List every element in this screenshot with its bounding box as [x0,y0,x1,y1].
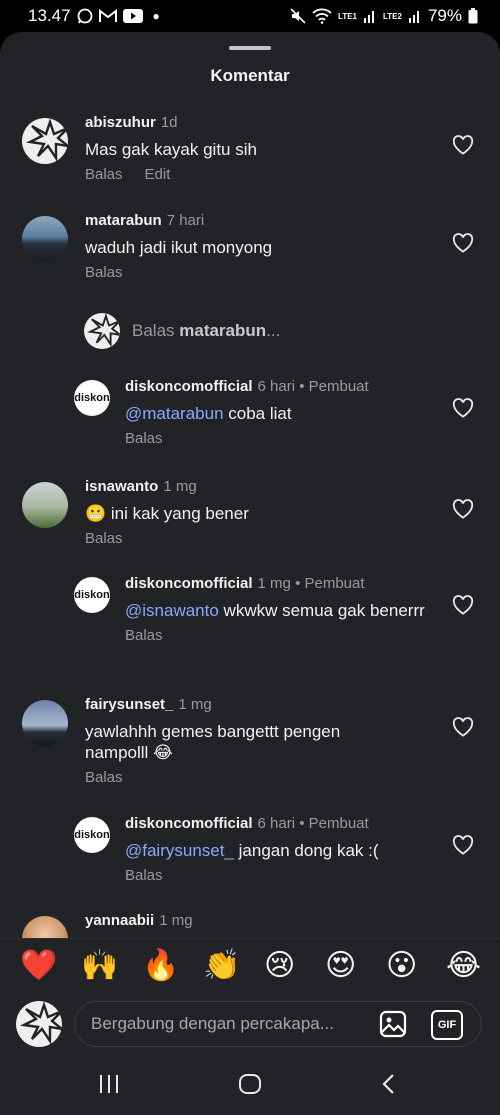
comment-text: coba liat [223,404,292,423]
sheet-title: Komentar [210,66,290,85]
comment-username[interactable]: matarabun [85,212,162,229]
creator-badge: • Pembuat [299,378,369,395]
comment-username[interactable]: isnawanto [85,478,158,495]
avatar[interactable]: diskon [74,577,110,613]
avatar[interactable] [22,216,68,262]
comment-time: 7 hari [166,212,205,229]
comment-text: waduh jadi ikut monyong [85,238,273,257]
mention-link[interactable]: @fairysunset_ [125,841,234,860]
comment-time: 1 mg [257,575,291,592]
like-heart-icon[interactable] [452,717,474,737]
gif-label: GIF [437,1019,457,1031]
avatar[interactable] [22,118,68,164]
avatar [84,313,120,349]
battery-icon [468,8,478,24]
status-time: 13.47 [28,6,71,25]
reply-button[interactable]: Balas [125,867,163,884]
youtube-icon [122,9,143,23]
reply-button[interactable]: Balas [125,430,163,447]
comment-username[interactable]: yannaabii [85,912,154,929]
comment-username[interactable]: diskoncomofficial [125,815,253,832]
like-heart-icon[interactable] [452,499,474,519]
emoji-crying[interactable]: 😢 [264,949,295,983]
emoji-quick-bar: ❤️ 🙌 🔥 👏 😢 😍 😮 😂 [0,938,500,997]
comment-text: jangan dong kak :( [233,841,379,860]
wifi-icon [312,8,332,24]
like-heart-icon[interactable] [452,135,474,155]
sim2-label: LTE2 [383,11,402,21]
reply-button[interactable]: Balas [85,166,123,183]
emoji-heart-eyes[interactable]: 😍 [325,949,356,983]
recent-apps-icon[interactable] [98,1074,120,1094]
reply-button[interactable]: Balas [85,769,123,786]
comment-username[interactable]: abiszuhur [85,114,156,131]
comment-composer: Bergabung dengan percakapa... GIF [0,996,500,1052]
gmail-icon [98,9,117,22]
emoji-fire[interactable]: 🔥 [142,949,179,983]
comment-text: yawlahhh gemes bangettt pengen nampolll … [85,722,341,762]
emoji-clap[interactable]: 👏 [203,949,240,983]
comment-time: 1 mg [178,696,212,713]
comments-sheet: Komentar abiszuhur 1d Mas gak kayak gitu … [0,32,500,1052]
comment-username[interactable]: fairysunset_ [85,696,173,713]
reply-button[interactable]: Balas [85,530,123,547]
creator-badge: • Pembuat [295,575,365,592]
reply-prompt[interactable]: Balas matarabun... [84,313,280,349]
avatar [16,1001,62,1047]
comment-username[interactable]: diskoncomofficial [125,378,253,395]
comment-time: 1d [160,114,178,131]
comment-text: Mas gak kayak gitu sih [85,140,257,159]
image-icon[interactable] [379,1010,407,1038]
avatar[interactable] [22,482,68,528]
gif-button[interactable]: GIF [431,1010,463,1040]
emoji-laughing[interactable]: 😂 [446,949,481,983]
comment-input[interactable]: Bergabung dengan percakapa... GIF [74,1001,482,1047]
system-nav-bar [0,1052,500,1115]
like-heart-icon[interactable] [452,398,474,418]
sim1-label: LTE1 [338,11,357,21]
avatar[interactable]: diskon [74,380,110,416]
emoji-heart[interactable]: ❤️ [20,949,57,983]
comment-text: wkwkw semua gak benerrr [218,601,425,620]
reply-prompt-label: Balas matarabun... [132,321,281,340]
grimace-emoji: 😬 [85,504,107,523]
comment-time: 1 mg [159,912,193,929]
edit-button[interactable]: Edit [145,166,171,183]
comment-input-placeholder: Bergabung dengan percakapa... [91,1014,334,1033]
comment-username[interactable]: diskoncomofficial [125,575,253,592]
status-bar: 13.47 ● LTE1 LTE2 79% [0,0,500,32]
notification-dot-icon: ● [152,9,160,23]
avatar[interactable]: diskon [74,817,110,853]
whatsapp-icon [77,8,92,24]
comment-time: 1 mg [163,478,197,495]
battery-percent: 79% [427,6,462,25]
signal-icon [364,11,374,23]
signal-icon [408,11,419,23]
home-icon[interactable] [238,1073,262,1095]
comment-text: ini kak yang bener [106,504,249,523]
mention-link[interactable]: @matarabun [125,404,224,423]
emoji-raised-hands[interactable]: 🙌 [81,949,118,983]
mute-icon [290,8,306,24]
comment-time: 6 hari [257,378,296,395]
like-heart-icon[interactable] [452,595,474,615]
mention-link[interactable]: @isnawanto [125,601,219,620]
reply-button[interactable]: Balas [85,264,123,281]
like-heart-icon[interactable] [452,233,474,253]
drag-handle[interactable] [229,46,271,50]
emoji-surprised[interactable]: 😮 [386,949,417,983]
reply-button[interactable]: Balas [125,627,163,644]
comment-time: 6 hari [257,815,296,832]
avatar[interactable] [22,700,68,746]
back-icon[interactable] [380,1073,396,1095]
creator-badge: • Pembuat [299,815,369,832]
like-heart-icon[interactable] [452,835,474,855]
